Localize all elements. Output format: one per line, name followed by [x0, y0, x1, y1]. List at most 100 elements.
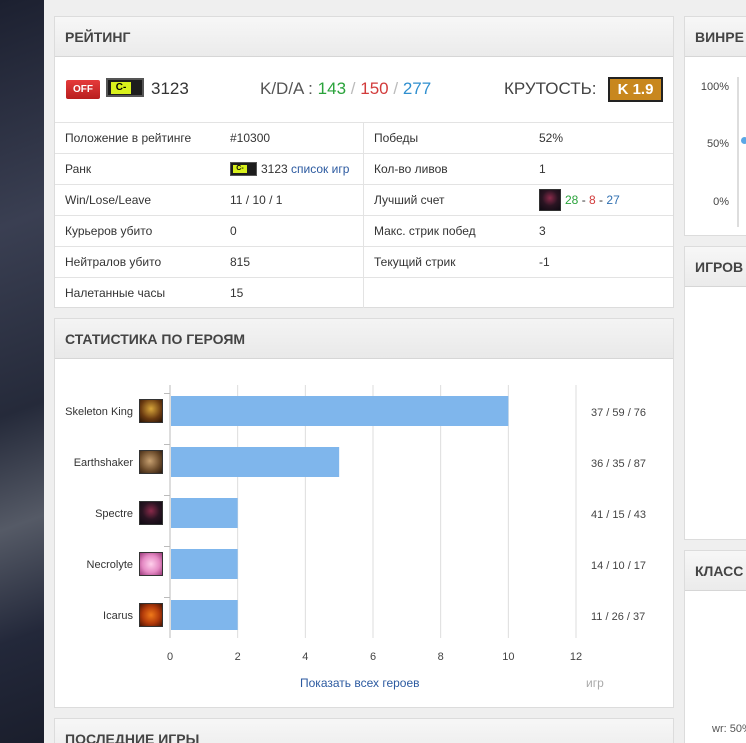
hero-bar: [171, 498, 238, 528]
stat-value: [529, 278, 673, 308]
stat-label: Победы: [374, 131, 419, 145]
winrate-tick: 50%: [706, 138, 729, 150]
stat-label: Ранк: [65, 162, 92, 176]
kda-label: K/D/A :: [260, 79, 313, 98]
recent-games-panel: ПОСЛЕДНИЕ ИГРЫ: [54, 718, 674, 743]
best-score: 28 - 8 - 27: [529, 185, 673, 215]
stat-label: Кол-во ливов: [374, 162, 448, 176]
x-axis-unit: игр: [586, 676, 604, 690]
games-title: ИГРОВ: [685, 247, 746, 287]
hero-bar: [171, 447, 340, 477]
hero-kda-label: 37 / 59 / 76: [591, 407, 646, 419]
stat-label: Налетанные часы: [65, 286, 166, 300]
stats-grid: Положение в рейтинге #10300 Победы 52% Р…: [55, 122, 673, 308]
hero-chart: 0 2 4 6 8 10 12 Skeleton King 37 / 59 / 76 Earths…: [55, 360, 673, 707]
winrate-axis-line: [737, 77, 739, 227]
x-tick-label: 10: [502, 651, 514, 663]
hero-bar-chart: 0 2 4 6 8 10 12 Skeleton King 37 / 59 / 76 Earths…: [65, 385, 646, 663]
stat-label: Курьеров убито: [65, 224, 153, 238]
hero-kda-label: 11 / 26 / 37: [591, 611, 645, 623]
stat-value: 3: [539, 224, 546, 238]
mini-grade-badge: C-: [230, 161, 257, 176]
kda-summary: K/D/A : 143 / 150 / 277: [260, 79, 432, 98]
rating-value: 3123: [151, 79, 189, 98]
winrate-label: wr: 50%: [712, 723, 746, 735]
stat-value: 815: [220, 247, 364, 277]
hero-bar: [171, 600, 238, 630]
rating-title: РЕЙТИНГ: [55, 17, 673, 57]
hero-bar: [171, 396, 509, 426]
rank-number: 3123: [261, 162, 288, 176]
stat-label: Текущий стрик: [374, 255, 456, 269]
stats-row: Налетанные часы 15: [55, 277, 673, 308]
rating-panel: РЕЙТИНГ OFF C- 3123 K/D/A : 143 / 150 / …: [54, 16, 674, 308]
stats-row: Win/Lose/Leave 11 / 10 / 1 Лучший счет 2…: [55, 184, 673, 215]
stats-row: Положение в рейтинге #10300 Победы 52%: [55, 122, 673, 153]
stat-value: 0: [220, 216, 364, 246]
hero-portrait-icon[interactable]: [139, 399, 163, 423]
x-tick-label: 8: [438, 651, 444, 663]
hero-kda-label: 36 / 35 / 87: [591, 458, 646, 470]
kda-kills: 143: [317, 79, 347, 98]
stat-label: Макс. стрик побед: [374, 224, 476, 238]
classes-panel: КЛАСС wr: 50%: [684, 550, 746, 743]
stat-label: Положение в рейтинге: [65, 131, 192, 145]
games-list-link[interactable]: список игр: [291, 162, 349, 176]
best-deaths: 8: [589, 193, 596, 207]
winrate-tick: 0%: [713, 196, 729, 208]
winrate-panel: ВИНРЕ 100% 50% 0%: [684, 16, 746, 236]
games-panel: ИГРОВ: [684, 246, 746, 540]
x-tick-label: 2: [235, 651, 241, 663]
hero-icon: [139, 501, 163, 525]
hero-icon: [139, 399, 163, 423]
hero-name-label: Spectre: [95, 508, 133, 520]
stats-row: Нейтралов убито 815 Текущий стрик -1: [55, 246, 673, 277]
hero-kda-label: 14 / 10 / 17: [591, 560, 646, 572]
hero-portrait-icon[interactable]: [139, 552, 163, 576]
stat-value: 11 / 10 / 1: [220, 185, 364, 215]
recent-games-title: ПОСЛЕДНИЕ ИГРЫ: [55, 719, 673, 743]
stats-row: Ранк C- 3123 список игр Кол-во ливов 1: [55, 153, 673, 184]
winrate-tick: 100%: [700, 81, 729, 93]
kda-assists: 277: [402, 79, 432, 98]
rank-value: C- 3123 список игр: [220, 154, 364, 184]
x-tick-label: 0: [167, 651, 173, 663]
hero-icon: [139, 603, 163, 627]
hero-portrait-icon[interactable]: [139, 450, 163, 474]
best-kills: 28: [565, 193, 579, 207]
spectre-hero-icon[interactable]: [539, 188, 561, 211]
best-assists: 27: [606, 193, 620, 207]
rating-summary: OFF C- 3123 K/D/A : 143 / 150 / 277 КРУТ…: [55, 58, 673, 122]
krutost-badge: K 1.9: [608, 77, 663, 102]
hero-stats-panel: СТАТИСТИКА ПО ГЕРОЯМ 0 2 4 6 8 10 12 Skeleton K…: [54, 318, 674, 708]
stats-row: Курьеров убито 0 Макс. стрик побед 3: [55, 215, 673, 246]
hero-name-label: Earthshaker: [74, 457, 134, 469]
classes-title: КЛАСС: [685, 551, 746, 591]
hero-name-label: Necrolyte: [87, 559, 133, 571]
show-all-heroes-link[interactable]: Показать всех героев: [300, 676, 420, 690]
winrate-point[interactable]: [741, 137, 746, 144]
grade-badge: C-: [106, 78, 144, 97]
hero-icon: [139, 450, 163, 474]
winrate-title: ВИНРЕ: [685, 17, 746, 57]
hero-kda-label: 41 / 15 / 43: [591, 509, 646, 521]
stat-value: 52%: [539, 131, 564, 145]
stat-label: [364, 278, 529, 308]
x-tick-label: 6: [370, 651, 376, 663]
side-background: [0, 0, 44, 743]
x-tick-label: 12: [570, 651, 582, 663]
kda-deaths: 150: [360, 79, 389, 98]
stat-value: 1: [539, 162, 546, 176]
off-badge: OFF: [66, 80, 100, 99]
x-tick-label: 4: [302, 651, 308, 663]
hero-portrait-icon[interactable]: [139, 501, 163, 525]
hero-icon: [139, 552, 163, 576]
stat-value: -1: [539, 255, 550, 269]
hero-name-label: Icarus: [103, 610, 133, 622]
krutost-label: КРУТОСТЬ:: [504, 79, 597, 98]
stat-value: 15: [220, 278, 364, 308]
hero-portrait-icon[interactable]: [139, 603, 163, 627]
hero-bar: [171, 549, 238, 579]
stat-label: Нейтралов убито: [65, 255, 162, 269]
hero-stats-title: СТАТИСТИКА ПО ГЕРОЯМ: [55, 319, 673, 359]
